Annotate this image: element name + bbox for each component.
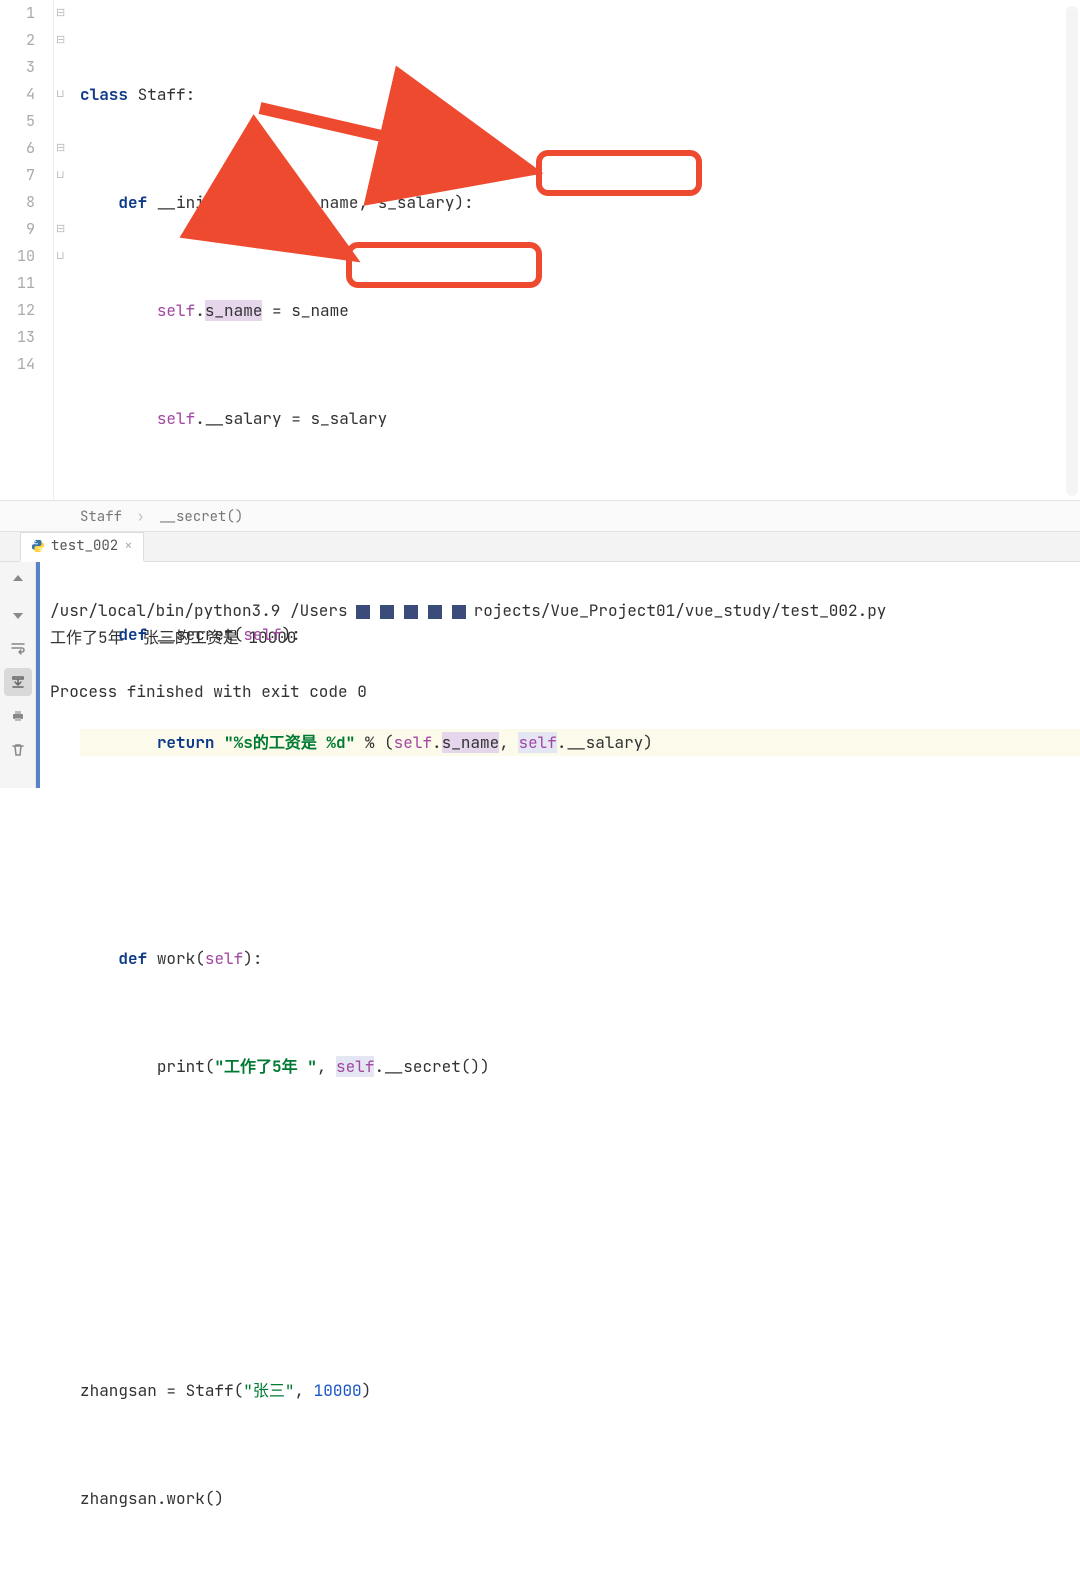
punct: , [499, 732, 518, 753]
soft-wrap-icon[interactable] [4, 634, 32, 662]
var-name: zhangsan [80, 1380, 157, 1401]
line-number[interactable]: 9 [0, 216, 35, 243]
self-ref: self [394, 732, 432, 753]
op-eq: = [282, 408, 311, 429]
self-ref: self [336, 1056, 374, 1077]
keyword-return: return [157, 732, 215, 753]
code-line[interactable] [80, 1161, 1080, 1188]
class-name: Staff [138, 84, 186, 105]
class-ref: Staff [186, 1380, 234, 1401]
number-literal: 10000 [314, 1380, 362, 1401]
editor-scrollbar[interactable] [1066, 6, 1078, 496]
line-number[interactable]: 4 [0, 81, 35, 108]
keyword-def: def [118, 948, 147, 969]
method-call: .__secret() [374, 1056, 480, 1077]
code-line[interactable]: self.s_name = s_name [80, 297, 1080, 324]
code-line[interactable]: self.__salary = s_salary [80, 405, 1080, 432]
string-literal: "张三" [243, 1380, 294, 1401]
attr-salary: __salary [205, 408, 282, 429]
op-eq: = [157, 1380, 186, 1401]
rhs: s_salary [310, 408, 387, 429]
line-number[interactable]: 8 [0, 189, 35, 216]
fold-toggle-icon[interactable]: ⊟ [56, 216, 65, 243]
method-call: .work() [157, 1488, 224, 1509]
line-number[interactable]: 10 [0, 243, 35, 270]
var-name: zhangsan [80, 1488, 157, 1509]
punct: ) [643, 732, 653, 753]
punct: ( [205, 1056, 215, 1077]
code-line[interactable]: print("工作了5年 ", self.__secret()) [80, 1053, 1080, 1080]
line-number[interactable]: 3 [0, 54, 35, 81]
trash-icon[interactable] [4, 736, 32, 764]
self-ref: self [157, 408, 195, 429]
python-icon [31, 539, 45, 553]
attr-salary: __salary [566, 732, 643, 753]
punct: ) [362, 1380, 372, 1401]
fold-toggle-icon[interactable]: ⊟ [56, 135, 65, 162]
code-line[interactable]: def __secret(self): [80, 621, 1080, 648]
fold-end-icon: ⊔ [56, 81, 65, 108]
string-literal: "%s的工资是 %d" [224, 732, 355, 753]
punct: ) [480, 1056, 490, 1077]
string-literal: "工作了5年 " [214, 1056, 316, 1077]
fold-toggle-icon[interactable]: ⊟ [56, 0, 65, 27]
keyword-def: def [118, 624, 147, 645]
run-toolbar [0, 562, 36, 788]
scroll-to-end-icon[interactable] [4, 668, 32, 696]
fold-end-icon: ⊔ [56, 243, 65, 270]
code-line[interactable]: zhangsan.work() [80, 1485, 1080, 1512]
self-param: self [205, 948, 243, 969]
rhs: s_name [291, 300, 349, 321]
code-line[interactable]: zhangsan = Staff("张三", 10000) [80, 1377, 1080, 1404]
line-number[interactable]: 6 [0, 135, 35, 162]
self-ref: self [518, 732, 556, 753]
code-line-active[interactable]: return "%s的工资是 %d" % (self.s_name, self.… [80, 729, 1080, 756]
line-number[interactable]: 13 [0, 324, 35, 351]
punct: , [294, 1380, 313, 1401]
builtin-print: print [157, 1056, 205, 1077]
fold-column[interactable]: ⊟ ⊟ ⊔ ⊟ ⊔ ⊟ ⊔ [54, 0, 72, 500]
line-number[interactable]: 12 [0, 297, 35, 324]
self-param: self [243, 624, 281, 645]
code-line[interactable] [80, 513, 1080, 540]
code-line[interactable] [80, 837, 1080, 864]
code-line[interactable] [80, 1269, 1080, 1296]
code-content[interactable]: class Staff: def __init__(self, s_name, … [72, 0, 1080, 500]
punct: : [186, 84, 196, 105]
attr-s_name: s_name [442, 732, 500, 753]
op-eq: = [262, 300, 291, 321]
op-fmt: % ( [355, 732, 393, 753]
keyword-class: class [80, 84, 128, 105]
line-number[interactable]: 7 [0, 162, 35, 189]
code-line[interactable]: def work(self): [80, 945, 1080, 972]
attr-s_name: s_name [205, 300, 263, 321]
keyword-def: def [118, 192, 147, 213]
down-arrow-icon[interactable] [4, 600, 32, 628]
line-number[interactable]: 1 [0, 0, 35, 27]
punct: , [317, 1056, 336, 1077]
line-number[interactable]: 2 [0, 27, 35, 54]
fold-end-icon: ⊔ [56, 162, 65, 189]
self-ref: self [157, 300, 195, 321]
line-number[interactable]: 14 [0, 351, 35, 378]
print-icon[interactable] [4, 702, 32, 730]
line-number-gutter[interactable]: 1 2 3 4 5 6 7 8 9 10 11 12 13 14 [0, 0, 54, 500]
code-line[interactable]: class Staff: [80, 81, 1080, 108]
line-number[interactable]: 11 [0, 270, 35, 297]
line-number[interactable]: 5 [0, 108, 35, 135]
code-line[interactable]: def __init__(self, s_name, s_salary): [80, 189, 1080, 216]
code-editor[interactable]: 1 2 3 4 5 6 7 8 9 10 11 12 13 14 ⊟ ⊟ ⊔ ⊟… [0, 0, 1080, 500]
up-arrow-icon[interactable] [4, 566, 32, 594]
punct: ( [234, 1380, 244, 1401]
fold-toggle-icon[interactable]: ⊟ [56, 27, 65, 54]
self-param: self [243, 192, 281, 213]
